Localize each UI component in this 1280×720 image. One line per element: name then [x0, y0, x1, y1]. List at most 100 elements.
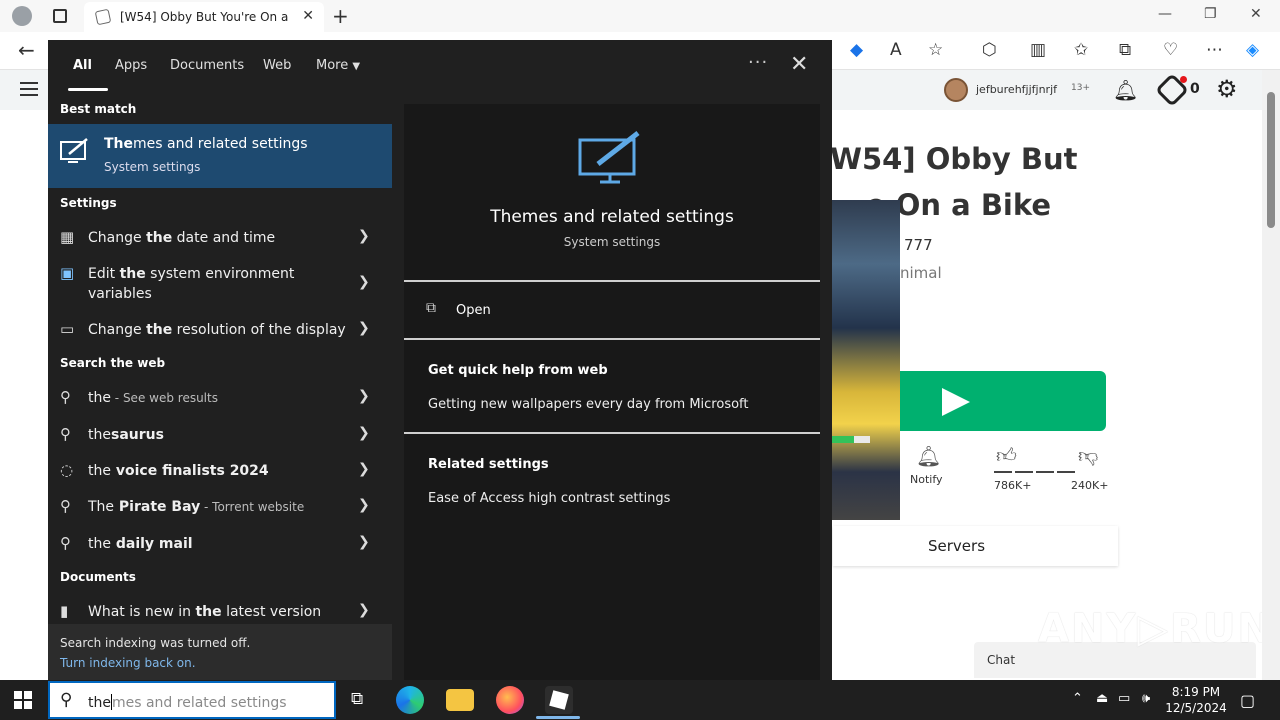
windows-start-icon[interactable] — [14, 691, 32, 709]
task-view-icon[interactable]: ⧉ — [346, 686, 374, 714]
play-button[interactable] — [900, 371, 1106, 431]
system-monitor-icon: ▣ — [60, 264, 75, 282]
quick-help-link[interactable]: Getting new wallpapers every day from Mi… — [428, 397, 749, 412]
play-icon — [942, 388, 970, 416]
shield-icon[interactable]: ◆ — [850, 40, 863, 60]
clock-time: 8:19 PM — [1171, 685, 1221, 699]
open-external-icon: ⧉ — [426, 300, 436, 316]
usb-device-icon[interactable]: ⏏ — [1096, 691, 1108, 706]
performance-icon[interactable]: ♡ — [1163, 40, 1178, 60]
brush-monitor-icon — [578, 131, 640, 184]
scrollbar-thumb[interactable] — [1267, 92, 1275, 228]
tab-documents[interactable]: Documents — [170, 58, 244, 73]
volume-icon[interactable]: 🕪︎ — [1142, 691, 1150, 706]
tab-all[interactable]: All — [73, 58, 92, 73]
downvote-count: 240K+ — [1071, 479, 1109, 492]
back-arrow-icon[interactable]: ← — [18, 38, 35, 62]
notifications-icon[interactable]: ▢ — [1240, 691, 1255, 710]
best-match-heading: Best match — [60, 102, 137, 116]
tab-actions-icon[interactable] — [53, 9, 67, 23]
preview-subtitle: System settings — [563, 235, 661, 249]
search-icon: ⚲ — [60, 534, 71, 552]
favorites-icon[interactable]: ✩ — [1074, 40, 1088, 60]
profile-icon[interactable] — [12, 6, 32, 26]
web-result-label: The Pirate Bay - Torrent website — [88, 499, 305, 515]
web-result-pirate-bay[interactable]: ⚲ The Pirate Bay - Torrent website ❯ — [48, 497, 392, 527]
indexing-off-text: Search indexing was turned off. — [60, 636, 251, 650]
game-thumbnail[interactable] — [832, 200, 900, 520]
page-scrollbar[interactable] — [1262, 70, 1280, 680]
taskbar-search-input[interactable]: ⚲ themes and related settings — [48, 681, 336, 719]
taskbar-clock[interactable]: 8:19 PM 12/5/2024 — [1164, 684, 1228, 716]
servers-label: Servers — [928, 537, 986, 555]
web-result-daily-mail[interactable]: ⚲ the daily mail ❯ — [48, 534, 392, 564]
web-result-voice-finalists[interactable]: ◌ the voice finalists 2024 ❯ — [48, 461, 392, 491]
more-options-icon[interactable]: ··· — [748, 52, 768, 73]
browser-tab-active[interactable]: [W54] Obby But You're On a Bike ✕ — [84, 2, 324, 32]
file-explorer-icon[interactable] — [446, 689, 474, 711]
web-result-label: the - See web results — [88, 390, 218, 406]
open-action[interactable]: Open — [456, 303, 491, 318]
browser-tab-bar: [W54] Obby But You're On a Bike ✕ + — ❐ … — [0, 0, 1280, 32]
windows-search-flyout: All Apps Documents Web More ▼ ··· ✕ Best… — [48, 40, 832, 680]
new-tab-button[interactable]: + — [332, 4, 349, 28]
settings-item-date-time[interactable]: ▦ Change the date and time ❯ — [48, 228, 392, 258]
tab-close-icon[interactable]: ✕ — [302, 8, 314, 24]
avatar[interactable] — [944, 78, 968, 102]
indexing-notice: Search indexing was turned off. Turn ind… — [48, 624, 392, 680]
search-icon: ⚲ — [60, 497, 71, 515]
hamburger-menu-icon[interactable] — [20, 82, 38, 100]
best-match-result[interactable]: Themes and related settings System setti… — [48, 124, 392, 188]
more-menu-icon[interactable]: ⋯ — [1206, 40, 1223, 60]
show-hidden-icons-chevron-icon[interactable]: ⌃ — [1072, 691, 1083, 706]
collections-icon[interactable]: ⧉ — [1119, 40, 1131, 60]
web-result-thesaurus[interactable]: ⚲ thesaurus ❯ — [48, 425, 392, 455]
display-icon: ▭ — [60, 320, 75, 338]
tab-apps[interactable]: Apps — [115, 58, 147, 73]
network-icon[interactable]: ▭ — [1118, 691, 1130, 706]
window-minimize-button[interactable]: — — [1158, 6, 1172, 22]
copilot-icon[interactable]: ◈ — [1246, 40, 1259, 60]
thumbs-down-icon[interactable]: 👎︎ — [1078, 443, 1098, 468]
read-aloud-icon[interactable]: A — [890, 40, 902, 60]
search-web-heading: Search the web — [60, 356, 166, 370]
roblox-icon[interactable] — [545, 686, 573, 714]
tab-more-label: More — [316, 58, 349, 73]
turn-indexing-on-link[interactable]: Turn indexing back on. — [60, 656, 196, 670]
flyout-close-button[interactable]: ✕ — [790, 52, 808, 77]
web-result-label: the daily mail — [88, 536, 193, 552]
search-icon: ⚲ — [60, 388, 71, 406]
window-restore-button[interactable]: ❐ — [1204, 6, 1217, 22]
vote-ratio-bar — [994, 471, 1078, 473]
web-result-the[interactable]: ⚲ the - See web results ❯ — [48, 388, 392, 418]
extensions-icon[interactable]: ⬡ — [982, 40, 997, 60]
chevron-right-icon: ❯ — [358, 388, 370, 404]
chevron-right-icon: ❯ — [358, 461, 370, 477]
firefox-icon[interactable] — [496, 686, 524, 714]
window-close-button[interactable]: ✕ — [1250, 6, 1262, 22]
favorite-star-icon[interactable]: ☆ — [928, 40, 943, 60]
settings-item-display-resolution[interactable]: ▭ Change the resolution of the display ❯ — [48, 320, 392, 350]
tab-favicon-icon — [94, 8, 112, 26]
chevron-right-icon: ❯ — [358, 497, 370, 513]
game-title-line1: W54] Obby But — [830, 142, 1078, 176]
notify-bell-icon[interactable]: 🔔︎ — [916, 444, 941, 468]
web-result-label: the voice finalists 2024 — [88, 463, 269, 479]
upvote-count: 786K+ — [994, 479, 1032, 492]
servers-tab[interactable]: Servers — [833, 526, 1118, 566]
best-match-subtitle: System settings — [104, 160, 201, 174]
creator-name[interactable]: nimal — [900, 264, 942, 282]
tab-web[interactable]: Web — [263, 58, 291, 73]
notifications-bell-icon[interactable]: 🔔︎ — [1113, 78, 1138, 102]
related-setting-link[interactable]: Ease of Access high contrast settings — [428, 491, 670, 506]
edge-browser-icon[interactable] — [396, 686, 424, 714]
settings-item-label: Change the resolution of the display — [88, 322, 346, 338]
thumbs-up-icon[interactable]: 👍︎ — [996, 443, 1017, 468]
split-screen-icon[interactable]: ▥ — [1030, 40, 1046, 60]
settings-item-env-variables[interactable]: ▣ Edit the system environment variables ❯ — [48, 264, 392, 308]
username[interactable]: jefburehfjjfjnrjf — [976, 83, 1057, 96]
tab-more[interactable]: More ▼ — [316, 58, 360, 73]
creator-id[interactable]: 777 — [904, 236, 933, 254]
settings-gear-icon[interactable]: ⚙ — [1216, 75, 1238, 103]
document-result[interactable]: ▮ What is new in the latest version ❯ — [48, 602, 392, 626]
